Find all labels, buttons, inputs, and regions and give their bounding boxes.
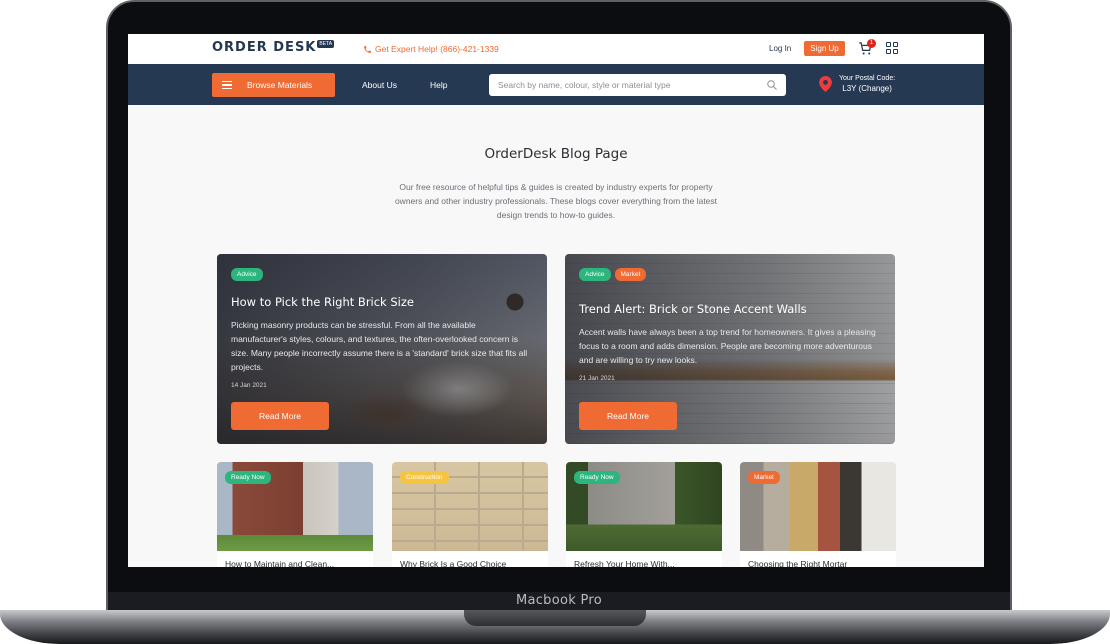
laptop-chin: Macbook Pro (108, 592, 1010, 612)
read-more-button[interactable]: Read More (231, 402, 329, 430)
post-title[interactable]: How to Pick the Right Brick Size (231, 295, 414, 309)
post-tags: Advice (231, 268, 263, 281)
nav-help[interactable]: Help (430, 80, 447, 90)
nav-bar: Browse Materials About Us Help Your Post… (128, 64, 984, 105)
laptop-notch (464, 610, 646, 626)
cart-button[interactable]: 1 (858, 39, 876, 56)
featured-post-brick-size[interactable]: Advice How to Pick the Right Brick Size … (217, 254, 547, 444)
tag-market[interactable]: Market (748, 471, 780, 484)
nav-about-us[interactable]: About Us (362, 80, 397, 90)
featured-post-accent-walls[interactable]: Advice Market Trend Alert: Brick or Ston… (565, 254, 895, 444)
beta-badge: BETA (317, 40, 335, 48)
search-icon[interactable] (766, 79, 778, 91)
read-more-button[interactable]: Read More (579, 402, 677, 430)
post-card[interactable]: Construction Why Brick Is a Good Choice (392, 462, 548, 567)
post-excerpt: Accent walls have always been a top tren… (579, 327, 876, 365)
search-input[interactable] (489, 74, 759, 96)
post-card-title[interactable]: How to Maintain and Clean... (225, 559, 334, 567)
post-card[interactable]: Ready Now Refresh Your Home With... (566, 462, 722, 567)
phone-text: Get Expert Help! (866)-421-1339 (375, 44, 499, 54)
login-link[interactable]: Log In (769, 44, 791, 53)
post-excerpt: Picking masonry products can be stressfu… (231, 320, 528, 372)
page-description: Our free resource of helpful tips & guid… (394, 182, 718, 220)
post-date: 21 Jan 2021 (579, 375, 615, 382)
postal-code[interactable]: Your Postal Code: L3Y (Change) (839, 75, 895, 93)
post-card-title[interactable]: Refresh Your Home With... (574, 559, 675, 567)
tag-market[interactable]: Market (614, 268, 647, 281)
post-card-title[interactable]: Why Brick Is a Good Choice (400, 559, 506, 567)
signup-button[interactable]: Sign Up (804, 41, 845, 56)
apps-grid-icon[interactable] (886, 42, 898, 54)
post-title[interactable]: Trend Alert: Brick or Stone Accent Walls (579, 302, 807, 316)
location-pin-icon (819, 76, 832, 92)
tag-advice[interactable]: Advice (231, 268, 263, 281)
logo-text: ORDER DESK (212, 40, 317, 55)
tag-ready-now[interactable]: Ready Now (574, 471, 620, 484)
post-date: 14 Jan 2021 (231, 382, 267, 389)
cart-count-badge: 1 (867, 39, 876, 48)
search-box (489, 74, 786, 96)
browse-materials-button[interactable]: Browse Materials (212, 73, 335, 97)
page-title: OrderDesk Blog Page (484, 146, 628, 162)
postal-code-value: L3Y (Change) (842, 84, 892, 93)
device-label: Macbook Pro (515, 593, 603, 608)
post-tags: Advice Market (579, 268, 647, 281)
browse-materials-label: Browse Materials (247, 80, 313, 90)
hamburger-icon (222, 81, 232, 89)
tag-construction[interactable]: Construction (400, 471, 449, 484)
screen: ORDER DESK BETA Get Expert Help! (866)-4… (128, 34, 984, 567)
phone-icon (364, 45, 371, 53)
post-card-title[interactable]: Choosing the Right Mortar (748, 559, 847, 567)
post-card[interactable]: Market Choosing the Right Mortar (740, 462, 896, 567)
expert-help-link[interactable]: Get Expert Help! (866)-421-1339 (363, 44, 499, 54)
tag-advice[interactable]: Advice (579, 268, 611, 281)
post-card[interactable]: Ready Now How to Maintain and Clean... (217, 462, 373, 567)
postal-code-label: Your Postal Code: (839, 75, 896, 82)
tag-ready-now[interactable]: Ready Now (225, 471, 271, 484)
top-bar: ORDER DESK BETA Get Expert Help! (866)-4… (128, 34, 984, 64)
logo[interactable]: ORDER DESK BETA (212, 40, 335, 55)
